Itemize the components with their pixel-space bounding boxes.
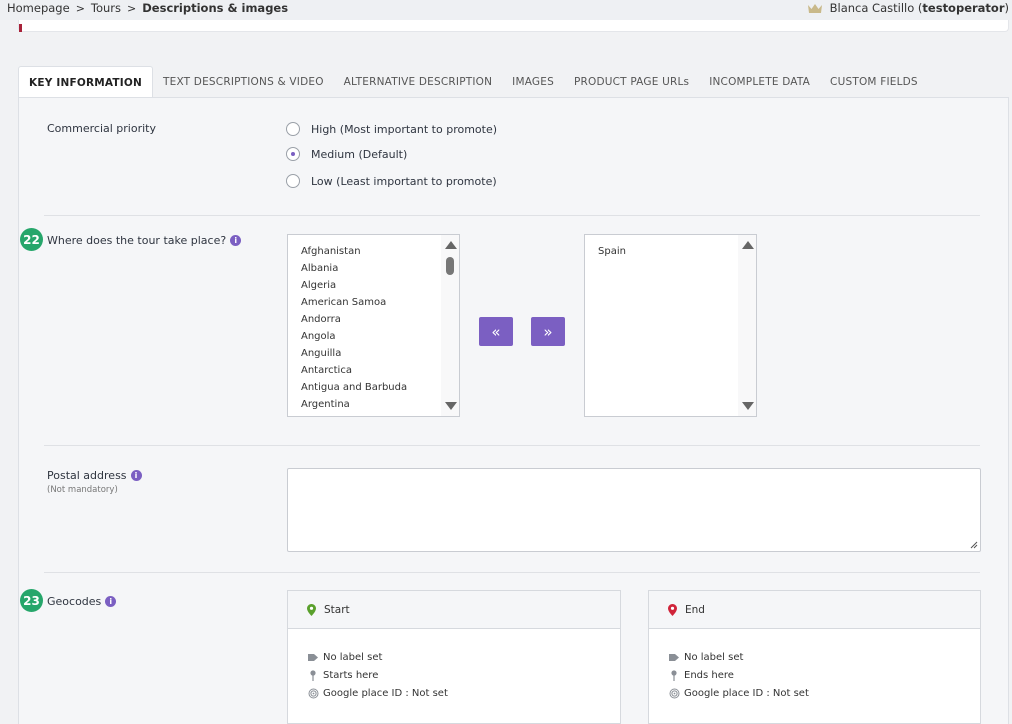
end-google-text: Google place ID : Not set [684,688,809,699]
map-pin-icon [668,603,677,616]
available-countries: Afghanistan Albania Algeria American Samoa A… [301,243,407,413]
chevron-right-icon: > [75,1,85,15]
list-item[interactable]: Antigua and Barbuda [301,379,407,396]
start-place-row: Starts here [307,670,378,681]
list-item[interactable]: Afghanistan [301,243,407,260]
top-bar: Homepage > Tours > Descriptions & images… [0,0,1012,20]
scroll-up-icon[interactable] [742,241,754,249]
info-icon[interactable]: i [230,235,242,246]
resize-handle-icon[interactable] [970,541,978,549]
list-item[interactable]: Algeria [301,277,407,294]
list-item[interactable]: Argentina [301,396,407,413]
selected-countries: Spain [598,243,626,260]
divider [44,572,980,573]
postal-address-label: Postal address i [47,469,142,482]
step-badge-23: 23 [20,589,43,612]
end-label-text: No label set [684,652,744,663]
scroll-down-icon[interactable] [742,402,754,410]
breadcrumb-current: Descriptions & images [142,1,289,15]
radio-medium-label: Medium (Default) [311,147,408,161]
scrollbar[interactable] [441,235,459,416]
scroll-thumb[interactable] [446,257,454,275]
scroll-up-icon[interactable] [445,241,457,249]
tag-icon [668,653,680,663]
postal-address-input[interactable] [287,468,981,552]
start-google-text: Google place ID : Not set [323,688,448,699]
divider [44,215,980,216]
list-item[interactable]: Andorra [301,311,407,328]
map-pin-icon [307,603,316,616]
start-place-text: Starts here [323,670,379,681]
user-menu[interactable]: Blanca Castillo (testoperator) [807,1,1009,15]
list-item[interactable]: Spain [598,243,626,260]
geocode-start-title: Start [324,603,350,616]
list-item[interactable]: Anguilla [301,345,407,362]
start-label-text: No label set [323,652,383,663]
geocode-end-title: End [685,603,705,616]
move-left-button[interactable]: « [479,317,513,346]
start-label-row: No label set [307,652,382,663]
end-google-row: Google place ID : Not set [668,688,809,699]
info-icon[interactable]: i [130,470,142,481]
end-label-row: No label set [668,652,743,663]
user-role: testoperator [922,1,1005,15]
geocode-end-card[interactable]: End No label set Ends here Google place … [648,590,981,724]
geocodes-label-text: Geocodes [47,595,102,608]
start-google-row: Google place ID : Not set [307,688,448,699]
chevron-right-icon: > [127,1,137,15]
scrollbar[interactable] [738,235,756,416]
scroll-down-icon[interactable] [445,402,457,410]
alert-marker [19,24,22,32]
list-item[interactable]: Antarctica [301,362,407,379]
tab-alternative-description[interactable]: ALTERNATIVE DESCRIPTION [334,66,503,98]
priority-option-low[interactable]: Low (Least important to promote) [286,174,497,188]
selected-countries-list[interactable]: Spain [584,234,757,417]
fingerprint-icon [668,688,680,699]
info-icon[interactable]: i [105,596,117,607]
commercial-priority-label: Commercial priority [47,122,156,135]
tab-key-information[interactable]: KEY INFORMATION [18,66,153,98]
radio-medium[interactable] [286,147,300,161]
geocode-end-header: End [649,591,980,629]
tab-text-descriptions-video[interactable]: TEXT DESCRIPTIONS & VIDEO [153,66,334,98]
list-item[interactable]: American Samoa [301,294,407,311]
user-name: Blanca Castillo [829,1,915,15]
breadcrumb-tours[interactable]: Tours [91,1,121,15]
radio-low[interactable] [286,174,300,188]
priority-option-medium[interactable]: Medium (Default) [286,147,407,161]
radio-high[interactable] [286,122,300,136]
priority-option-high[interactable]: High (Most important to promote) [286,122,497,136]
postal-address-sublabel: (Not mandatory) [47,485,118,495]
available-countries-list[interactable]: Afghanistan Albania Algeria American Samoa A… [287,234,460,417]
breadcrumb-homepage[interactable]: Homepage [7,1,70,15]
radio-low-label: Low (Least important to promote) [311,174,497,188]
crown-icon [807,3,822,13]
postal-address-label-text: Postal address [47,469,127,482]
geocode-start-card[interactable]: Start No label set Starts here Google pl… [287,590,621,724]
fingerprint-icon [307,688,319,699]
end-place-text: Ends here [684,670,734,681]
pushpin-icon [307,670,319,681]
breadcrumb: Homepage > Tours > Descriptions & images [7,1,288,15]
move-right-button[interactable]: » [531,317,565,346]
location-label-text: Where does the tour take place? [47,234,227,247]
end-place-row: Ends here [668,670,734,681]
alert-card [18,20,1009,32]
location-label: Where does the tour take place? i [47,234,242,247]
tab-incomplete-data[interactable]: INCOMPLETE DATA [699,66,820,98]
tab-custom-fields[interactable]: CUSTOM FIELDS [820,66,928,98]
tab-images[interactable]: IMAGES [502,66,564,98]
tab-product-page-urls[interactable]: PRODUCT PAGE URLs [564,66,699,98]
geocode-start-header: Start [288,591,620,629]
step-badge-22: 22 [20,228,43,251]
tag-icon [307,653,319,663]
list-item[interactable]: Angola [301,328,407,345]
tab-bar: KEY INFORMATION TEXT DESCRIPTIONS & VIDE… [18,66,928,98]
radio-high-label: High (Most important to promote) [311,122,498,136]
list-item[interactable]: Albania [301,260,407,277]
pushpin-icon [668,670,680,681]
divider [44,445,980,446]
geocodes-label: Geocodes i [47,595,117,608]
